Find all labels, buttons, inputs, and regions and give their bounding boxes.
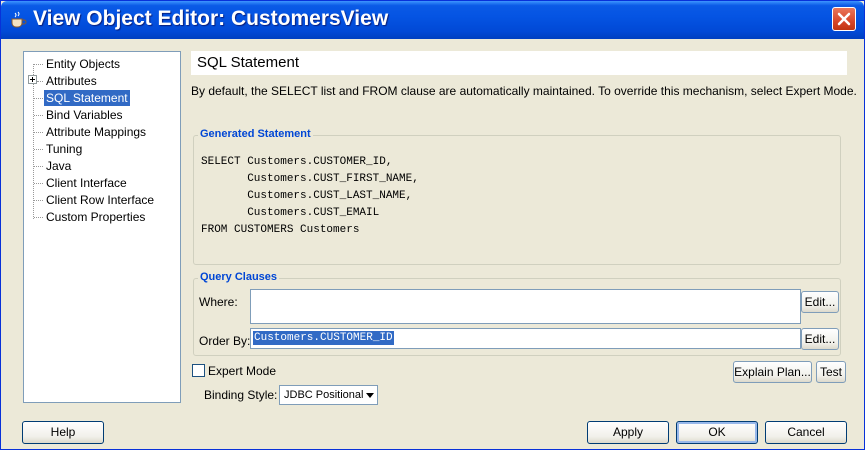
panel-description: By default, the SELECT list and FROM cla…	[191, 84, 857, 98]
coffee-cup-icon	[9, 11, 27, 29]
tree-item-client-interface[interactable]: Client Interface	[44, 175, 129, 191]
binding-style-value: JDBC Positional	[284, 389, 364, 401]
order-by-label: Order By:	[199, 334, 251, 348]
apply-button[interactable]: Apply	[587, 421, 669, 444]
expand-icon[interactable]	[28, 75, 37, 84]
tree-connector	[34, 132, 43, 133]
test-button[interactable]: Test	[816, 361, 846, 383]
tree-connector	[34, 183, 43, 184]
tree-connector	[34, 149, 43, 150]
ok-button[interactable]: OK	[676, 421, 758, 444]
tree-connector	[37, 81, 43, 82]
tree-item-bind-variables[interactable]: Bind Variables	[44, 107, 125, 123]
title-bar[interactable]: View Object Editor: CustomersView	[1, 1, 864, 39]
tree-item-attributes[interactable]: Attributes	[44, 73, 99, 89]
navigation-tree[interactable]: Entity Objects Attributes SQL Statement …	[23, 51, 181, 403]
order-by-value: Customers.CUSTOMER_ID	[253, 331, 394, 345]
order-by-edit-button[interactable]: Edit...	[801, 328, 839, 350]
tree-connector	[34, 166, 43, 167]
tree-connector	[33, 64, 34, 219]
query-clauses-legend: Query Clauses	[198, 271, 280, 283]
cancel-button[interactable]: Cancel	[765, 421, 847, 444]
explain-plan-button[interactable]: Explain Plan...	[733, 361, 812, 383]
help-button[interactable]: Help	[22, 421, 104, 444]
expert-mode-label[interactable]: Expert Mode	[208, 364, 276, 378]
tree-item-tuning[interactable]: Tuning	[44, 141, 84, 157]
expert-mode-checkbox[interactable]	[192, 364, 205, 377]
close-x-icon	[837, 12, 851, 26]
binding-style-select[interactable]: JDBC Positional	[279, 385, 378, 405]
generated-statement-group: Generated Statement SELECT Customers.CUS…	[193, 128, 841, 265]
tree-item-entity-objects[interactable]: Entity Objects	[44, 56, 122, 72]
panel-header: SQL Statement	[191, 51, 847, 75]
where-field[interactable]	[250, 289, 801, 324]
generated-sql-text: SELECT Customers.CUSTOMER_ID, Customers.…	[201, 156, 419, 236]
tree-connector	[34, 115, 43, 116]
binding-style-label: Binding Style:	[204, 388, 278, 402]
close-button[interactable]	[832, 7, 856, 31]
tree-item-attribute-mappings[interactable]: Attribute Mappings	[44, 124, 148, 140]
tree-connector	[34, 98, 43, 99]
order-by-field[interactable]: Customers.CUSTOMER_ID	[250, 328, 801, 349]
window-title: View Object Editor: CustomersView	[33, 7, 389, 30]
generated-statement-legend: Generated Statement	[198, 128, 313, 140]
tree-item-custom-properties[interactable]: Custom Properties	[44, 209, 147, 225]
tree-item-sql-statement[interactable]: SQL Statement	[44, 90, 130, 106]
dialog-window: View Object Editor: CustomersView Entity…	[0, 0, 865, 450]
tree-connector	[34, 64, 43, 65]
tree-item-java[interactable]: Java	[44, 158, 73, 174]
tree-connector	[34, 200, 43, 201]
panel-title: SQL Statement	[197, 54, 299, 71]
where-label: Where:	[199, 295, 238, 309]
tree-connector	[34, 217, 43, 218]
tree-item-client-row-interface[interactable]: Client Row Interface	[44, 192, 156, 208]
chevron-down-icon	[366, 393, 374, 398]
where-edit-button[interactable]: Edit...	[801, 291, 839, 313]
